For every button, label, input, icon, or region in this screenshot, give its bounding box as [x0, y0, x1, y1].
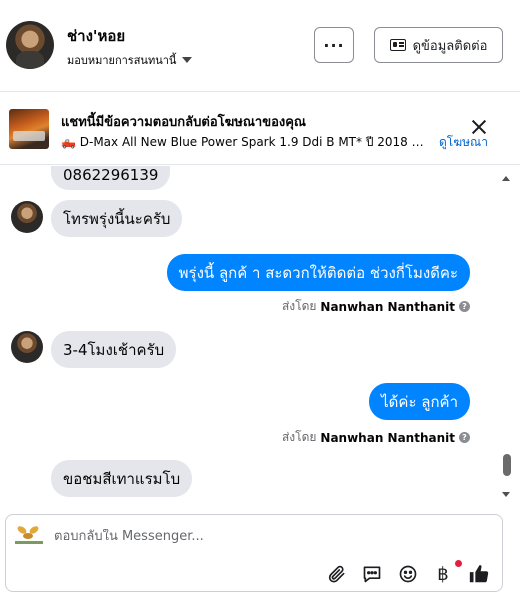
contact-name[interactable]: ช่าง'หอย — [67, 24, 125, 48]
scrollbar-thumb[interactable] — [503, 454, 511, 476]
scroll-up-arrow[interactable] — [502, 176, 510, 181]
sent-by-prefix: ส่งโดย — [281, 430, 317, 444]
more-options-button[interactable]: ··· — [314, 27, 354, 63]
message-bubble-incoming[interactable]: โทรพรุ่งนี้นะครับ — [51, 200, 183, 237]
conversation-header: ช่าง'หอย มอบหมายการสนทนานี้ ··· ดูข้อมูล… — [0, 0, 520, 92]
contact-avatar-small — [11, 201, 43, 233]
emoji-icon[interactable] — [397, 563, 419, 585]
page-logo — [15, 524, 43, 549]
sent-by-label: ส่งโดย Nanwhan Nanthanit ? — [282, 297, 470, 316]
currency-icon[interactable]: ฿ — [432, 563, 454, 585]
scroll-down-arrow[interactable] — [502, 492, 510, 497]
help-icon[interactable]: ? — [459, 432, 470, 443]
assign-conversation-label: มอบหมายการสนทนานี้ — [67, 54, 177, 67]
view-contact-info-label: ดูข้อมูลติดต่อ — [412, 38, 488, 54]
message-thread: 0862296139 โทรพรุ่งนี้นะครับ พรุ่งนี้ ลู… — [0, 166, 520, 500]
message-bubble-incoming[interactable]: ขอชมสีเทาแรมโบ — [51, 460, 193, 497]
view-ad-link[interactable]: ดูโฆษณา — [439, 133, 488, 152]
ad-banner-title: แชทนี้มีข้อความตอบกลับต่อโฆษณาของคุณ — [61, 115, 306, 130]
like-icon[interactable] — [468, 563, 490, 585]
contact-card-icon — [389, 39, 406, 51]
close-icon[interactable] — [471, 119, 487, 135]
attach-icon[interactable] — [326, 563, 348, 585]
message-bubble-outgoing[interactable]: ได้ค่ะ ลูกค้า — [369, 383, 470, 420]
sent-by-name: Nanwhan Nanthanit — [320, 430, 455, 445]
notification-dot — [455, 560, 462, 567]
assign-conversation-dropdown[interactable]: มอบหมายการสนทนานี้ — [67, 51, 193, 69]
ad-thumbnail — [9, 109, 49, 149]
ad-reply-banner: แชทนี้มีข้อความตอบกลับต่อโฆษณาของคุณ 🛻 D… — [0, 93, 520, 165]
reply-composer: ฿ — [5, 514, 503, 592]
view-contact-info-button[interactable]: ดูข้อมูลติดต่อ — [374, 27, 503, 63]
chevron-down-icon — [182, 57, 193, 63]
message-bubble-incoming[interactable]: 0862296139 — [51, 166, 171, 190]
message-bubble-incoming[interactable]: 3-4โมงเช้าครับ — [51, 331, 177, 368]
contact-avatar-small — [11, 331, 43, 363]
sent-by-prefix: ส่งโดย — [281, 299, 317, 313]
reply-input[interactable] — [54, 529, 454, 544]
ad-banner-description: 🛻 D-Max All New Blue Power Spark 1.9 Ddi… — [61, 135, 433, 149]
help-icon[interactable]: ? — [459, 301, 470, 312]
saved-reply-icon[interactable] — [361, 563, 383, 585]
sent-by-name: Nanwhan Nanthanit — [320, 299, 455, 314]
message-bubble-outgoing[interactable]: พรุ่งนี้ ลูกค้ า สะดวกให้ติดต่อ ช่วงกี่โ… — [166, 254, 470, 291]
contact-avatar[interactable] — [6, 21, 54, 69]
sent-by-label: ส่งโดย Nanwhan Nanthanit ? — [282, 428, 470, 447]
